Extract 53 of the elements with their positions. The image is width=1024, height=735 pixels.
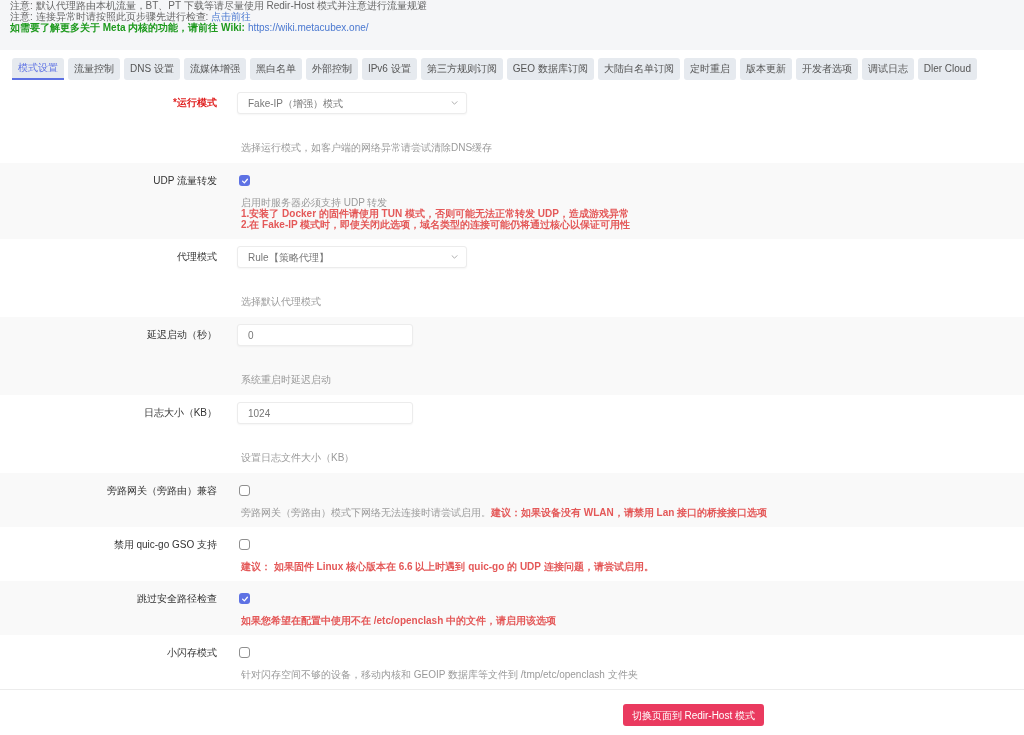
field-label: 旁路网关（旁路由）兼容 — [107, 485, 217, 496]
tab[interactable]: Dler Cloud — [917, 58, 977, 80]
field-label: 小闪存模式 — [167, 647, 217, 658]
field-label: *运行模式 — [173, 96, 217, 110]
tab[interactable]: 流量控制 — [68, 58, 120, 80]
tab[interactable]: 大陆白名单订阅 — [597, 58, 680, 80]
checkbox[interactable] — [239, 539, 250, 550]
tab[interactable]: 外部控制 — [305, 58, 358, 80]
checkbox[interactable] — [239, 485, 250, 496]
notice-text: 如需要了解更多关于 Meta 内核的功能，请前往 Wiki: — [10, 22, 245, 33]
warning-text: 建议：如果设备没有 WLAN，请禁用 Lan 接口的桥接接口选项 — [491, 507, 768, 518]
tab[interactable]: 黑白名单 — [249, 58, 302, 80]
select-field[interactable]: Rule【策略代理】 — [237, 246, 467, 268]
tab[interactable]: 版本更新 — [739, 58, 792, 80]
tab[interactable]: 定时重启 — [683, 58, 736, 80]
switch-mode-button[interactable]: 切换页面到 Redir-Host 模式 — [622, 704, 764, 726]
help-text: 针对闪存空间不够的设备，移动内核和 GEOIP 数据库等文件到 /tmp/etc/openclash 文件夹 — [241, 669, 638, 680]
help-text: 系统重启时延迟启动 — [241, 374, 331, 385]
field-label: 禁用 quic-go GSO 支持 — [113, 539, 217, 550]
checkbox[interactable] — [239, 175, 250, 186]
input-field[interactable]: 0 — [237, 324, 413, 346]
help-text: 选择默认代理模式 — [241, 296, 321, 307]
chevron-down-icon — [451, 255, 458, 259]
help-text: 设置日志文件大小（KB） — [241, 452, 355, 463]
field-label: 代理模式 — [177, 250, 217, 264]
notice-text: 注意: 连接异常时请按照此页步骤先进行检查: — [10, 11, 209, 22]
help-text: 启用时服务器必须支持 UDP 转发 — [241, 197, 388, 208]
select-field[interactable]: Fake-IP（增强）模式 — [237, 92, 467, 114]
tab[interactable]: 流媒体增强 — [183, 58, 246, 80]
field-label: 延迟启动（秒） — [147, 328, 217, 342]
link[interactable]: 点击前往 — [211, 11, 252, 22]
warning-text: 1.安装了 Docker 的固件请使用 TUN 模式，否则可能无法正常转发 UDP，造成游戏异常 — [241, 208, 629, 219]
tab[interactable]: 开发者选项 — [795, 58, 858, 80]
warning-text: 建议： 如果固件 Linux 核心版本在 6.6 以上时遇到 quic-go 的 UDP 连接问题，请尝试启用。 — [241, 561, 654, 572]
tab[interactable]: DNS 设置 — [124, 58, 180, 80]
chevron-down-icon — [451, 101, 458, 105]
input-field[interactable]: 1024 — [237, 402, 413, 424]
warning-text: 2.在 Fake-IP 模式时，即使关闭此选项，域名类型的连接可能仍将通过核心以保证可用性 — [241, 219, 631, 230]
notice-text: 注意: 默认代理路由本机流量，BT、PT 下载等请尽量使用 Redir-Host 模式并注意进行流量规避 — [10, 0, 428, 11]
checkbox[interactable] — [239, 647, 250, 658]
warning-text: 如果您希望在配置中使用不在 /etc/openclash 中的文件，请启用该选项 — [241, 615, 557, 626]
help-text: 旁路网关（旁路由）模式下网络无法连接时请尝试启用。 — [241, 507, 491, 518]
field-label: 跳过安全路径检查 — [137, 593, 217, 604]
field-label: UDP 流量转发 — [153, 175, 217, 186]
field-label: 日志大小（KB） — [143, 406, 217, 420]
tab[interactable]: 调试日志 — [861, 58, 914, 80]
tab[interactable]: 第三方规则订阅 — [420, 58, 503, 80]
help-text: 选择运行模式，如客户端的网络异常请尝试清除DNS缓存 — [241, 142, 493, 153]
tab[interactable]: GEO 数据库订阅 — [506, 58, 594, 80]
tab[interactable]: 模式设置 — [12, 58, 64, 80]
tab[interactable]: IPv6 设置 — [361, 58, 417, 80]
checkbox[interactable] — [239, 593, 250, 604]
link[interactable]: https://wiki.metacubex.one/ — [247, 22, 369, 33]
